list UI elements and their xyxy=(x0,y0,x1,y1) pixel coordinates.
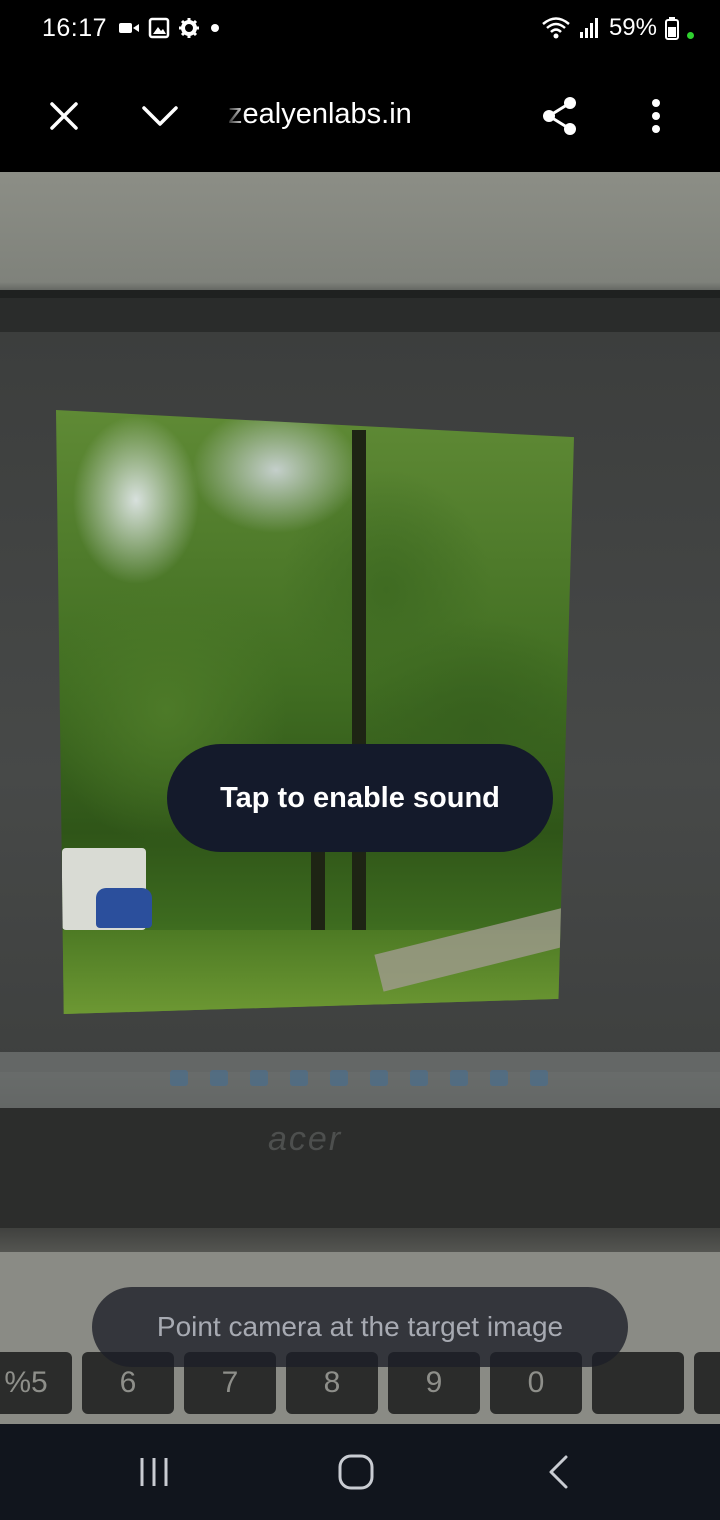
enable-sound-button[interactable]: Tap to enable sound xyxy=(167,744,553,852)
close-icon xyxy=(50,102,78,130)
close-button[interactable] xyxy=(36,88,92,144)
taskbar-icons xyxy=(170,1070,548,1086)
image-icon xyxy=(148,17,170,39)
cellular-signal-icon xyxy=(579,18,598,38)
home-icon xyxy=(338,1454,374,1490)
camera-hint: Point camera at the target image xyxy=(92,1287,628,1367)
browser-toolbar: zealyenlabs.in xyxy=(0,60,720,172)
battery-icon xyxy=(665,17,679,40)
ar-target-image xyxy=(56,410,574,1014)
status-time: 16:17 xyxy=(42,14,108,42)
navigation-bar xyxy=(0,1424,720,1520)
status-bar: 16:17 59% xyxy=(0,0,720,60)
key: %5 xyxy=(0,1352,72,1414)
url-text[interactable]: zealyenlabs.in xyxy=(228,98,412,131)
notification-dot-icon xyxy=(211,24,219,32)
url-fade xyxy=(224,90,246,140)
back-button[interactable] xyxy=(530,1444,586,1500)
battery-percent: 59% xyxy=(608,14,657,41)
recent-apps-button[interactable] xyxy=(126,1444,182,1500)
wifi-icon xyxy=(542,17,570,39)
key xyxy=(694,1352,720,1414)
chevron-down-icon xyxy=(142,106,178,126)
recent-apps-icon xyxy=(140,1458,168,1486)
tree-trunk xyxy=(352,430,366,950)
car xyxy=(96,888,152,928)
more-menu-button[interactable] xyxy=(628,88,684,144)
settings-gear-icon xyxy=(179,18,199,38)
home-button[interactable] xyxy=(328,1444,384,1500)
privacy-indicator-dot xyxy=(687,31,694,39)
back-icon xyxy=(549,1455,568,1489)
share-button[interactable] xyxy=(532,88,588,144)
laptop-bezel xyxy=(0,1108,720,1228)
minimize-button[interactable] xyxy=(132,88,188,144)
laptop-brand: acer xyxy=(268,1120,343,1158)
status-icons-right: 59% xyxy=(541,14,694,42)
more-vertical-icon xyxy=(652,99,660,133)
video-camera-icon xyxy=(119,23,139,33)
share-icon xyxy=(543,97,576,135)
status-icons-left xyxy=(118,17,222,39)
